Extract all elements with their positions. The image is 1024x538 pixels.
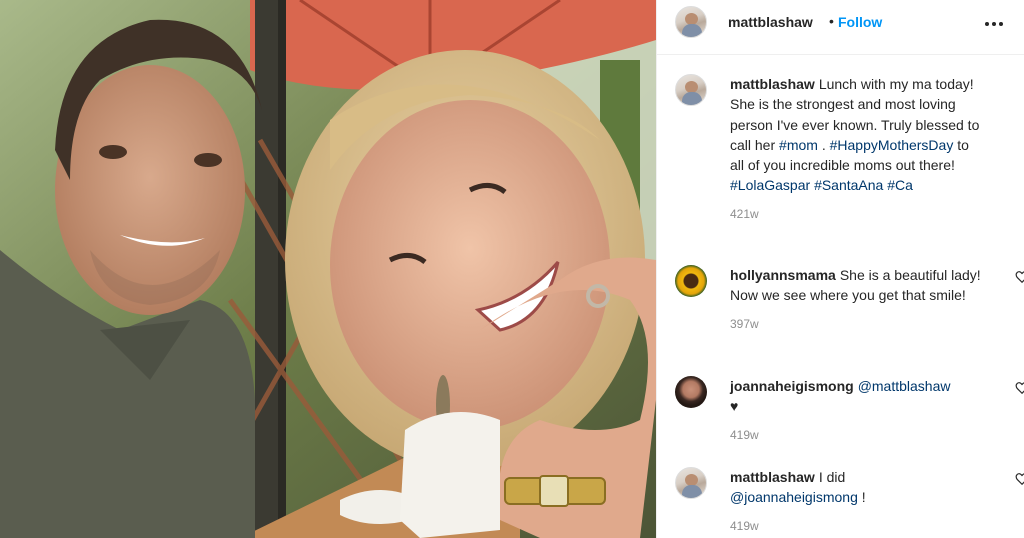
caption-username[interactable]: mattblashaw <box>730 76 815 92</box>
comment-suffix: ! <box>857 489 866 506</box>
post-header: mattblashaw • Follow <box>657 0 1024 55</box>
caption-text-2: . <box>817 136 830 153</box>
hashtag-mom[interactable]: #mom <box>779 137 818 153</box>
commenter-username[interactable]: mattblashaw <box>730 469 815 485</box>
commenter-avatar[interactable] <box>675 467 707 499</box>
selfie-photo-illustration <box>0 0 656 538</box>
comment-timestamp[interactable]: 419w <box>730 425 985 445</box>
more-options-icon[interactable] <box>984 14 1004 34</box>
commenter-username[interactable]: joannaheigismong <box>730 378 854 394</box>
hashtag-lolagaspar[interactable]: #LolaGaspar <box>730 177 810 193</box>
comment-timestamp[interactable]: 419w <box>730 516 985 536</box>
caption-author-avatar[interactable] <box>675 74 707 106</box>
heart-outline-icon[interactable] <box>1015 472 1024 486</box>
black-heart-emoji: ♥ <box>730 398 739 415</box>
hashtag-ca[interactable]: #Ca <box>887 177 913 193</box>
follow-button[interactable]: Follow <box>838 14 882 30</box>
commenter-avatar[interactable] <box>675 265 707 297</box>
header-separator: • <box>829 13 834 29</box>
comment-timestamp[interactable]: 397w <box>730 314 985 334</box>
author-username[interactable]: mattblashaw <box>728 14 813 30</box>
heart-outline-icon[interactable] <box>1015 381 1024 395</box>
author-avatar[interactable] <box>675 6 707 38</box>
comment-mention[interactable]: @joannaheigismong <box>730 489 858 505</box>
post-photo[interactable] <box>0 0 656 538</box>
comment-mention[interactable]: @mattblashaw <box>858 378 951 394</box>
heart-outline-icon[interactable] <box>1015 270 1024 284</box>
commenter-avatar[interactable] <box>675 376 707 408</box>
caption-timestamp[interactable]: 421w <box>730 204 985 224</box>
commenter-username[interactable]: hollyannsmama <box>730 267 836 283</box>
comment-text: I did <box>818 469 846 485</box>
hashtag-happymothersday[interactable]: #HappyMothersDay <box>830 137 954 153</box>
post-sidebar: mattblashaw • Follow mattblashaw Lunch wi… <box>656 0 1024 538</box>
hashtag-santaana[interactable]: #SantaAna <box>814 177 883 193</box>
